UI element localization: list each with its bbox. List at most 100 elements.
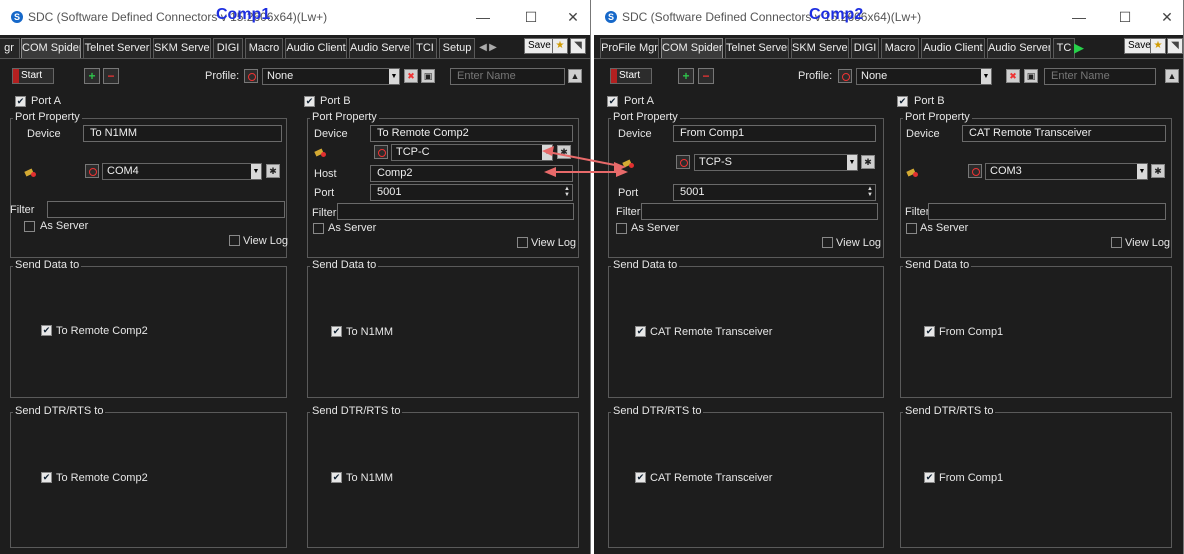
port-b-checkbox[interactable]: ✔ xyxy=(897,96,908,107)
port-number-spinner[interactable]: 5001 ▲ ▼ xyxy=(673,184,876,201)
port-config-icon[interactable] xyxy=(374,145,388,159)
send-data-target-checkbox[interactable]: ✔ xyxy=(635,326,646,337)
port-property-title: Port Property xyxy=(310,111,379,123)
save-button[interactable]: Save xyxy=(524,38,555,54)
tab-scroll-right-icon[interactable]: ▶ xyxy=(486,40,500,56)
send-data-target-checkbox[interactable]: ✔ xyxy=(41,325,52,336)
close-icon[interactable]: ✕ xyxy=(1158,9,1176,25)
view-log-checkbox[interactable] xyxy=(1111,237,1122,248)
remove-icon[interactable]: − xyxy=(698,68,714,84)
tab-profile-mgr[interactable]: ProFile Mgr xyxy=(600,38,659,58)
pin-icon[interactable]: ◥ xyxy=(570,38,586,54)
port-settings-icon[interactable]: ✱ xyxy=(861,155,875,169)
port-config-icon[interactable] xyxy=(676,155,690,169)
port-b-checkbox[interactable]: ✔ xyxy=(304,96,315,107)
favorite-star-icon[interactable]: ★ xyxy=(1150,38,1166,54)
add-icon[interactable]: + xyxy=(678,68,694,84)
device-name-input[interactable]: CAT Remote Transceiver xyxy=(962,125,1166,142)
profile-select[interactable]: None ▼ xyxy=(262,68,400,85)
profile-select[interactable]: None ▼ xyxy=(856,68,992,85)
tab-audio-client[interactable]: Audio Client xyxy=(285,38,347,58)
add-icon[interactable]: + xyxy=(84,68,100,84)
pin-icon[interactable]: ◥ xyxy=(1167,38,1183,54)
port-config-icon[interactable] xyxy=(968,164,982,178)
as-server-checkbox[interactable] xyxy=(24,221,35,232)
tab-tci[interactable]: TCI xyxy=(413,38,437,58)
view-log-checkbox[interactable] xyxy=(822,237,833,248)
send-data-target-checkbox[interactable]: ✔ xyxy=(331,326,342,337)
port-settings-icon[interactable]: ✱ xyxy=(266,164,280,178)
send-dtr-target-checkbox[interactable]: ✔ xyxy=(635,472,646,483)
tab-profile-mgr[interactable]: gr xyxy=(0,38,20,58)
port-type-select[interactable]: TCP-S ▼ xyxy=(694,154,858,171)
as-server-checkbox[interactable] xyxy=(616,223,627,234)
tab-audio-client[interactable]: Audio Client xyxy=(921,38,985,58)
edit-profile-icon[interactable]: ▣ xyxy=(421,69,435,83)
maximize-icon[interactable]: ☐ xyxy=(522,9,540,25)
arrowhead-left-lower-icon xyxy=(544,167,556,177)
tab-scroll-right-icon[interactable]: ▶ xyxy=(1072,40,1086,56)
delete-profile-icon[interactable]: ✖ xyxy=(1006,69,1020,83)
send-dtr-title: Send DTR/RTS to xyxy=(310,405,403,417)
filter-input[interactable] xyxy=(928,203,1166,220)
port-b-label: Port B xyxy=(914,95,945,107)
as-server-checkbox[interactable] xyxy=(906,223,917,234)
profile-gear-icon[interactable] xyxy=(838,69,852,83)
maximize-icon[interactable]: ☐ xyxy=(1116,9,1134,25)
minimize-icon[interactable]: — xyxy=(474,9,492,25)
as-server-checkbox[interactable] xyxy=(313,223,324,234)
send-dtr-target-checkbox[interactable]: ✔ xyxy=(41,472,52,483)
delete-profile-icon[interactable]: ✖ xyxy=(404,69,418,83)
tab-macro[interactable]: Macro xyxy=(881,38,919,58)
app-logo-icon: S xyxy=(11,11,23,23)
device-name-input[interactable]: From Comp1 xyxy=(673,125,876,142)
tab-skm-server[interactable]: SKM Server xyxy=(153,38,211,58)
profile-label: Profile: xyxy=(798,70,833,82)
filter-input[interactable] xyxy=(47,201,285,218)
start-button[interactable]: Start xyxy=(12,68,54,84)
view-log-checkbox[interactable] xyxy=(517,237,528,248)
port-type-select[interactable]: COM3 ▼ xyxy=(985,163,1148,180)
profile-name-input[interactable]: Enter Name xyxy=(450,68,565,85)
tab-telnet-server[interactable]: Telnet Server xyxy=(725,38,789,58)
port-a-checkbox[interactable]: ✔ xyxy=(15,96,26,107)
device-name-input[interactable]: To N1MM xyxy=(83,125,282,142)
tab-setup[interactable]: Setup xyxy=(439,38,475,58)
tab-com-spider[interactable]: COM Spider xyxy=(21,38,81,58)
tab-com-spider[interactable]: COM Spider xyxy=(661,38,723,58)
tab-digi[interactable]: DIGI xyxy=(213,38,243,58)
tab-audio-server[interactable]: Audio Server xyxy=(349,38,411,58)
profile-gear-icon[interactable] xyxy=(244,69,258,83)
tab-digi[interactable]: DIGI xyxy=(851,38,879,58)
port-a-checkbox[interactable]: ✔ xyxy=(607,96,618,107)
profile-name-input[interactable]: Enter Name xyxy=(1044,68,1156,85)
close-icon[interactable]: ✕ xyxy=(564,9,582,25)
filter-input[interactable] xyxy=(337,203,574,220)
save-profile-icon[interactable]: ▲ xyxy=(1165,69,1179,83)
filter-label: Filter xyxy=(616,206,641,218)
port-config-icon[interactable] xyxy=(85,164,99,178)
minimize-icon[interactable]: — xyxy=(1070,9,1088,25)
tab-audio-server[interactable]: Audio Server xyxy=(987,38,1051,58)
tab-telnet-server[interactable]: Telnet Server xyxy=(83,38,151,58)
favorite-star-icon[interactable]: ★ xyxy=(552,38,568,54)
send-dtr-target-label: To N1MM xyxy=(346,472,394,484)
tab-skm-server[interactable]: SKM Server xyxy=(791,38,849,58)
send-data-target-checkbox[interactable]: ✔ xyxy=(924,326,935,337)
port-type-select[interactable]: COM4 ▼ xyxy=(102,163,262,180)
start-button[interactable]: Start xyxy=(610,68,652,84)
save-profile-icon[interactable]: ▲ xyxy=(568,69,582,83)
filter-input[interactable] xyxy=(641,203,878,220)
edit-profile-icon[interactable]: ▣ xyxy=(1024,69,1038,83)
port-type-value: COM3 xyxy=(990,165,1022,177)
connection-arrows-icon xyxy=(542,146,628,177)
port-settings-icon[interactable]: ✱ xyxy=(1151,164,1165,178)
spinner-arrows-icon[interactable]: ▲ ▼ xyxy=(867,186,873,198)
remove-icon[interactable]: − xyxy=(103,68,119,84)
view-log-checkbox[interactable] xyxy=(229,235,240,246)
chevron-down-icon: ▼ xyxy=(251,164,261,179)
tab-macro[interactable]: Macro xyxy=(245,38,283,58)
port-type-select[interactable]: TCP-C ▼ xyxy=(391,144,553,161)
send-dtr-target-checkbox[interactable]: ✔ xyxy=(331,472,342,483)
send-dtr-target-checkbox[interactable]: ✔ xyxy=(924,472,935,483)
